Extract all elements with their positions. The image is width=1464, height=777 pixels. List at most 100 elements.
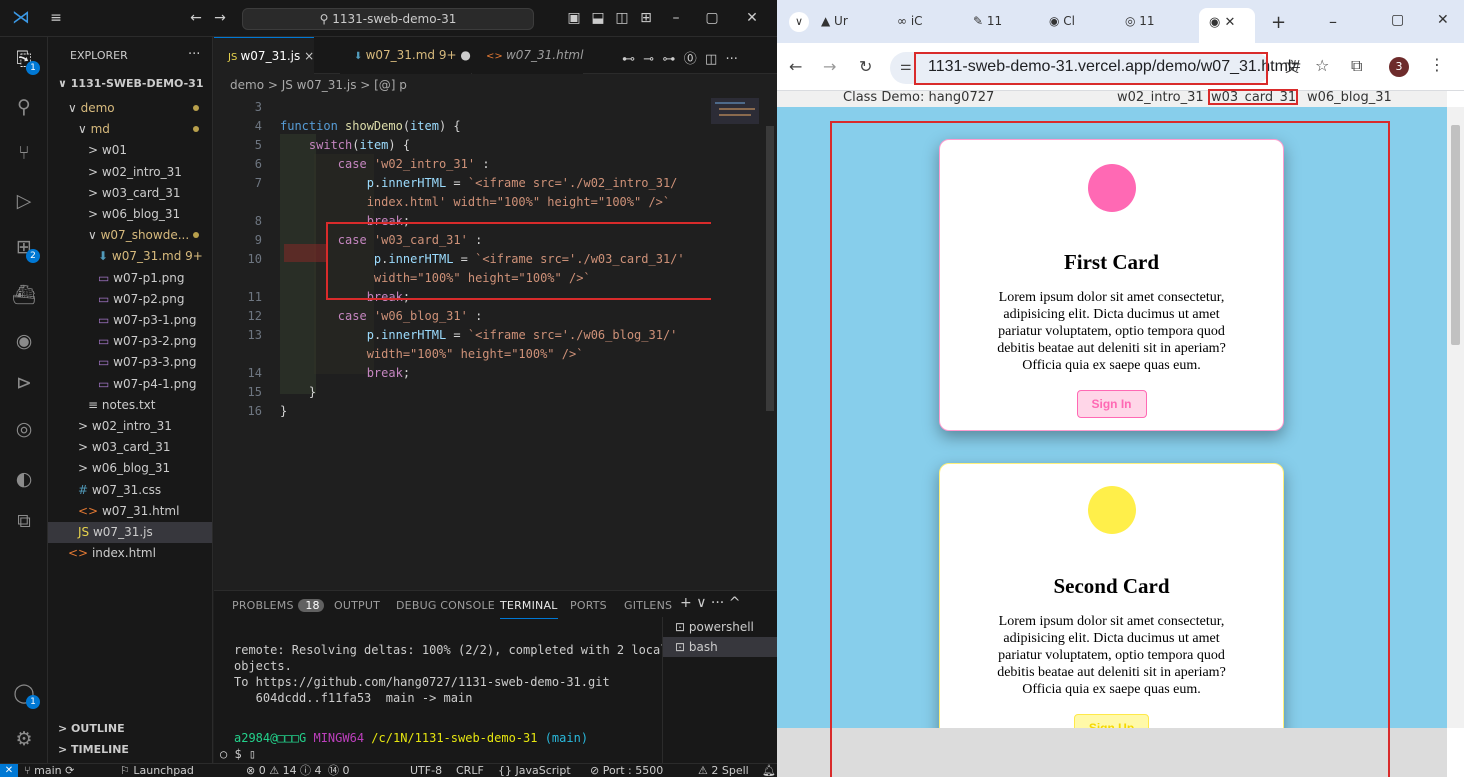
terminal-prompt[interactable]: a2984@□□□G MINGW64 /c/1N/1131-sweb-demo-… [234,731,588,745]
browser-tab[interactable]: ✎ 11 [973,14,1002,28]
unsaved-dot-icon[interactable]: ● [457,48,470,62]
editor-scrollbar[interactable] [764,96,777,590]
code-line[interactable]: break; [280,366,410,380]
close-icon[interactable]: ✕ [744,10,760,26]
source-control-icon[interactable]: ⑂ [12,141,36,165]
browser-tab[interactable]: ◉ Cl [1049,14,1075,28]
docker-icon[interactable]: ⛴ [12,283,36,307]
split-editor-icon[interactable]: ◫ [705,52,717,67]
tree-item[interactable]: ▭ w07-p3-3.png [48,352,212,373]
tree-item[interactable]: ∨ md [48,119,212,140]
scroll-thumb[interactable] [1451,125,1460,345]
bookmark-star-icon[interactable]: ☆ [1315,56,1329,75]
tree-item[interactable]: > w02_intro_31 [48,162,212,183]
extensions-icon[interactable]: ⧉ [1351,56,1362,76]
forward-icon[interactable]: → [823,57,836,76]
tree-item[interactable]: ⬇ w07_31.md 9+ [48,246,212,267]
tree-item[interactable]: > w03_card_31 [48,183,212,204]
panel-tab-debug-console[interactable]: DEBUG CONSOLE [396,599,495,619]
profile-avatar[interactable]: 3 [1389,57,1409,77]
tree-item[interactable]: > w01 [48,140,212,161]
tree-item[interactable]: ▭ w07-p3-1.png [48,310,212,331]
tree-item[interactable]: > w06_blog_31 [48,458,212,479]
editor-tab[interactable]: ⬇ w07_31.md 9+ ● [340,37,471,74]
code-editor[interactable]: 3 4 function showDemo(item) {5 switch(item… [214,96,764,590]
language-status[interactable]: {} JavaScript [498,764,571,777]
github-icon[interactable]: ◉ [12,329,36,353]
launchpad-status[interactable]: ⚐ Launchpad [120,764,194,777]
remote-indicator[interactable]: ✕ [0,764,18,777]
browser-tab[interactable]: ▲ Ur [821,14,848,28]
remote-explorer-icon[interactable]: ⧉ [12,509,36,533]
code-line[interactable]: p.innerHTML = `<iframe src='./w02_intro_… [280,176,678,190]
code-line[interactable]: index.html' width="100%" height="100%" /… [280,195,670,209]
tree-item[interactable]: > w06_blog_31 [48,204,212,225]
toggle-secondary-sidebar-icon[interactable]: ◫ [614,10,630,26]
tree-item[interactable]: <> index.html [48,543,212,564]
tree-item[interactable]: <> w07_31.html [48,501,212,522]
problems-status[interactable]: ⊗ 0 ⚠ 14 ⓘ 4 [246,764,322,777]
nav-link-w06[interactable]: w06_blog_31 [1307,91,1392,105]
editor-tab[interactable]: <> w07_31.html [472,37,584,74]
menu-icon[interactable]: ≡ [48,10,64,26]
panel-tab-ports[interactable]: PORTS [570,599,607,619]
eol-status[interactable]: CRLF [456,764,484,777]
editor-tab[interactable]: JS w07_31.js × [214,37,315,74]
explorer-more-icon[interactable]: ··· [188,47,200,62]
panel-tab-problems[interactable]: PROBLEMS 18 [232,599,324,619]
maximize-icon[interactable]: ▢ [1391,12,1404,28]
tree-item[interactable]: ▭ w07-p4-1.png [48,374,212,395]
code-line[interactable]: function showDemo(item) { [280,119,461,133]
tree-item[interactable]: ▭ w07-p1.png [48,268,212,289]
tree-item[interactable]: ∨ w07_showde... [48,225,212,246]
maximize-panel-icon[interactable]: ^ [729,595,741,611]
notifications-icon[interactable]: 🔔︎ [762,764,776,777]
tree-item[interactable]: # w07_31.css [48,480,212,501]
toggle-panel-icon[interactable]: ⬓ [590,10,606,26]
page-scrollbar[interactable] [1447,107,1464,728]
back-icon[interactable]: ← [789,57,802,76]
tree-item[interactable]: > w03_card_31 [48,437,212,458]
compare-icon[interactable]: ⊷ [622,52,635,67]
code-line[interactable]: case 'w06_blog_31' : [280,309,483,323]
code-line[interactable]: width="100%" height="100%" />` [280,347,584,361]
reload-icon[interactable]: ↻ [859,57,872,76]
tree-item[interactable]: ≡ notes.txt [48,395,212,416]
terminal-item-powershell[interactable]: ⊡ powershell [663,617,777,637]
ports-status[interactable]: ⑭ 0 [328,764,350,777]
forward-arrow-icon[interactable]: → [212,10,228,26]
project-root[interactable]: ∨ 1131-SWEB-DEMO-31 [58,77,204,90]
tab-close-icon[interactable]: × [300,49,314,63]
edge-icon[interactable]: ◐ [12,467,36,491]
port-status[interactable]: ⊘ Port : 5500 [590,764,663,777]
minimize-icon[interactable]: – [1329,12,1337,31]
code-line[interactable]: } [280,404,287,418]
tree-item[interactable]: > w02_intro_31 [48,416,212,437]
new-tab-button[interactable]: + [1271,12,1286,33]
tree-item[interactable]: JS w07_31.js [48,522,212,543]
active-tab[interactable]: ◉ ✕ [1199,8,1255,43]
spell-status[interactable]: ⚠ 2 Spell [698,764,749,777]
browser-tab[interactable]: ∞ iC [897,14,923,28]
gitlens-prev-icon[interactable]: ⊸ [643,52,654,67]
back-arrow-icon[interactable]: ← [188,10,204,26]
terminal-item-bash[interactable]: ⊡ bash [663,637,777,657]
search-icon[interactable]: ⚲ [12,95,36,119]
panel-tab-output[interactable]: OUTPUT [334,599,380,619]
accounts-icon[interactable]: ◯ 1 [12,681,40,709]
encoding-status[interactable]: UTF-8 [410,764,442,777]
code-line[interactable]: } [280,385,316,399]
code-line[interactable]: case 'w02_intro_31' : [280,157,490,171]
site-info-icon[interactable]: ⚌ [900,59,912,74]
toggle-sidebar-icon[interactable]: ▣ [566,10,582,26]
branch-status[interactable]: ⑂ main ⟳ [24,764,74,777]
run-debug-icon[interactable]: ▷ [12,189,36,213]
nav-link-w02[interactable]: w02_intro_31 [1117,91,1204,105]
tab-search-icon[interactable]: ∨ [789,12,809,32]
chevron-down-icon[interactable]: ∨ [696,595,706,611]
panel-tab-gitlens[interactable]: GITLENS [624,599,672,619]
breadcrumb[interactable]: demo > JS w07_31.js > [@] p [214,74,777,96]
tree-item[interactable]: ▭ w07-p2.png [48,289,212,310]
new-terminal-icon[interactable]: + [680,595,692,611]
terminal-input[interactable]: ○ $ ▯ [220,747,256,761]
